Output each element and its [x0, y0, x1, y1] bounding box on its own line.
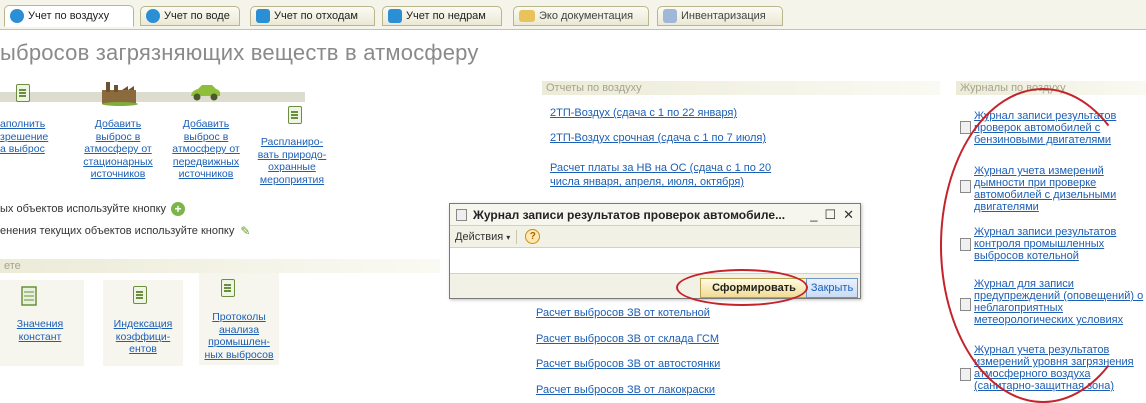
journal-weather-warnings-link[interactable]: Журнал для записи предупреждений (оповещ… — [974, 278, 1143, 326]
car-icon — [188, 84, 222, 105]
globe-icon — [10, 9, 24, 23]
tab-subsoil[interactable]: Учет по недрам — [382, 6, 502, 26]
coefficients-tile[interactable]: Индексация коэффици- ентов — [103, 280, 183, 366]
reports-section-header: Отчеты по воздуху — [542, 81, 940, 95]
protocols-link[interactable]: Протоколы анализа промышлен- ных выбросо… — [199, 311, 279, 361]
close-icon[interactable]: ✕ — [843, 207, 854, 223]
tab-eco-docs[interactable]: Эко документация — [513, 6, 649, 26]
tab-air[interactable]: Учет по воздуху — [4, 5, 134, 27]
tab-inventory[interactable]: Инвентаризация — [657, 6, 783, 26]
add-objects-hint: ых объектов используйте кнопку + — [0, 202, 186, 216]
constants-tile[interactable]: Значения констант — [0, 280, 84, 366]
maximize-icon[interactable]: ☐ — [824, 207, 836, 223]
tab-water[interactable]: Учет по воде — [140, 6, 240, 26]
permit-document-icon — [16, 84, 30, 102]
page-title: ыбросов загрязняющих веществ в атмосферу — [0, 40, 479, 65]
tab-label: Учет по отходам — [274, 10, 358, 22]
report-parking-link[interactable]: Расчет выбросов ЗВ от автостоянки — [536, 357, 720, 371]
add-icon[interactable]: + — [171, 202, 186, 216]
plan-document-icon — [288, 106, 302, 124]
journal-dialog: Журнал записи результатов проверок автом… — [449, 203, 861, 299]
tab-bar: Учет по воздуху Учет по воде Учет по отх… — [0, 0, 1146, 30]
tab-label: Учет по воздуху — [28, 10, 110, 22]
report-2tp-air-urgent-link[interactable]: 2ТП-Воздух срочная (сдача с 1 по 7 июля) — [550, 131, 766, 145]
journals-section-header: Журналы по воздуху — [956, 81, 1146, 95]
report-2tp-air-link[interactable]: 2ТП-Воздух (сдача с 1 по 22 января) — [550, 106, 737, 120]
tab-label: Эко документация — [539, 10, 634, 22]
dropdown-arrow-icon: ▾ — [506, 232, 511, 242]
actions-label: Действия — [455, 230, 504, 243]
minimize-icon[interactable]: _ — [810, 207, 817, 222]
coefficients-link[interactable]: Индексация коэффици- ентов — [105, 318, 181, 356]
constants-link[interactable]: Значения констант — [8, 318, 72, 343]
dialog-toolbar: Действия ▾ ? — [450, 226, 860, 248]
report-fuel-depot-link[interactable]: Расчет выбросов ЗВ от склада ГСМ — [536, 332, 719, 346]
dialog-title-bar[interactable]: Журнал записи результатов проверок автом… — [450, 204, 860, 226]
waste-icon — [256, 9, 270, 23]
tab-label: Учет по воде — [164, 10, 230, 22]
journal-pollution-sanitary-link[interactable]: Журнал учета результатов измерений уровн… — [974, 344, 1134, 392]
journal-icon — [960, 238, 971, 251]
journal-icon — [960, 298, 971, 311]
tab-waste[interactable]: Учет по отходам — [250, 6, 375, 26]
journal-icon — [960, 368, 971, 381]
add-stationary-emission-link[interactable]: Добавить выброс в атмосферу от стационар… — [80, 118, 156, 181]
table-icon — [21, 286, 37, 309]
tab-label: Учет по недрам — [406, 10, 486, 22]
actions-menu[interactable]: Действия ▾ — [455, 231, 510, 243]
add-mobile-emission-link[interactable]: Добавить выброс в атмосферу от передвижн… — [168, 118, 244, 181]
plan-measures-link[interactable]: Распланиро- вать природо- охранные мероп… — [252, 136, 332, 186]
settings-section-header: ете — [0, 259, 440, 273]
document-icon — [133, 286, 147, 304]
help-icon[interactable]: ? — [525, 229, 541, 244]
journal-icon — [960, 180, 971, 193]
factory-icon — [100, 80, 138, 109]
edit-objects-hint: енения текущих объектов используйте кноп… — [0, 224, 250, 238]
pencil-icon[interactable]: ✎ — [240, 224, 250, 238]
folder-icon — [519, 10, 535, 22]
toolbar-divider — [516, 229, 518, 244]
journal-icon — [960, 121, 971, 134]
report-boiler-link[interactable]: Расчет выбросов ЗВ от котельной — [536, 306, 710, 320]
tab-label: Инвентаризация — [681, 10, 766, 22]
hint-text: ых объектов используйте кнопку — [0, 203, 167, 215]
generate-button[interactable]: Сформировать — [700, 278, 808, 298]
report-nv-payment-link[interactable]: Расчет платы за НВ на ОС (сдача с 1 по 2… — [550, 161, 771, 189]
journal-boiler-control-link[interactable]: Журнал записи результатов контроля промы… — [974, 226, 1116, 262]
subsoil-icon — [388, 9, 402, 23]
dialog-title: Журнал записи результатов проверок автом… — [473, 207, 786, 222]
report-paint-link[interactable]: Расчет выбросов ЗВ от лакокраски — [536, 383, 715, 397]
fill-permit-link[interactable]: аполнить зрешение а выброс — [0, 118, 52, 156]
journal-diesel-smoke-link[interactable]: Журнал учета измерений дымности при пров… — [974, 165, 1116, 213]
water-icon — [146, 9, 160, 23]
inventory-icon — [663, 9, 677, 23]
process-strip — [0, 92, 305, 102]
dialog-body — [450, 248, 860, 274]
hint-text: енения текущих объектов используйте кноп… — [0, 225, 235, 237]
journal-icon — [456, 208, 467, 221]
dialog-footer: Сформировать Закрыть — [450, 274, 860, 300]
protocols-tile[interactable]: Протоколы анализа промышлен- ных выбросо… — [199, 273, 279, 365]
close-button[interactable]: Закрыть — [806, 278, 858, 298]
document-icon — [221, 279, 235, 297]
journal-petrol-cars-link[interactable]: Журнал записи результатов проверок автом… — [974, 110, 1116, 146]
